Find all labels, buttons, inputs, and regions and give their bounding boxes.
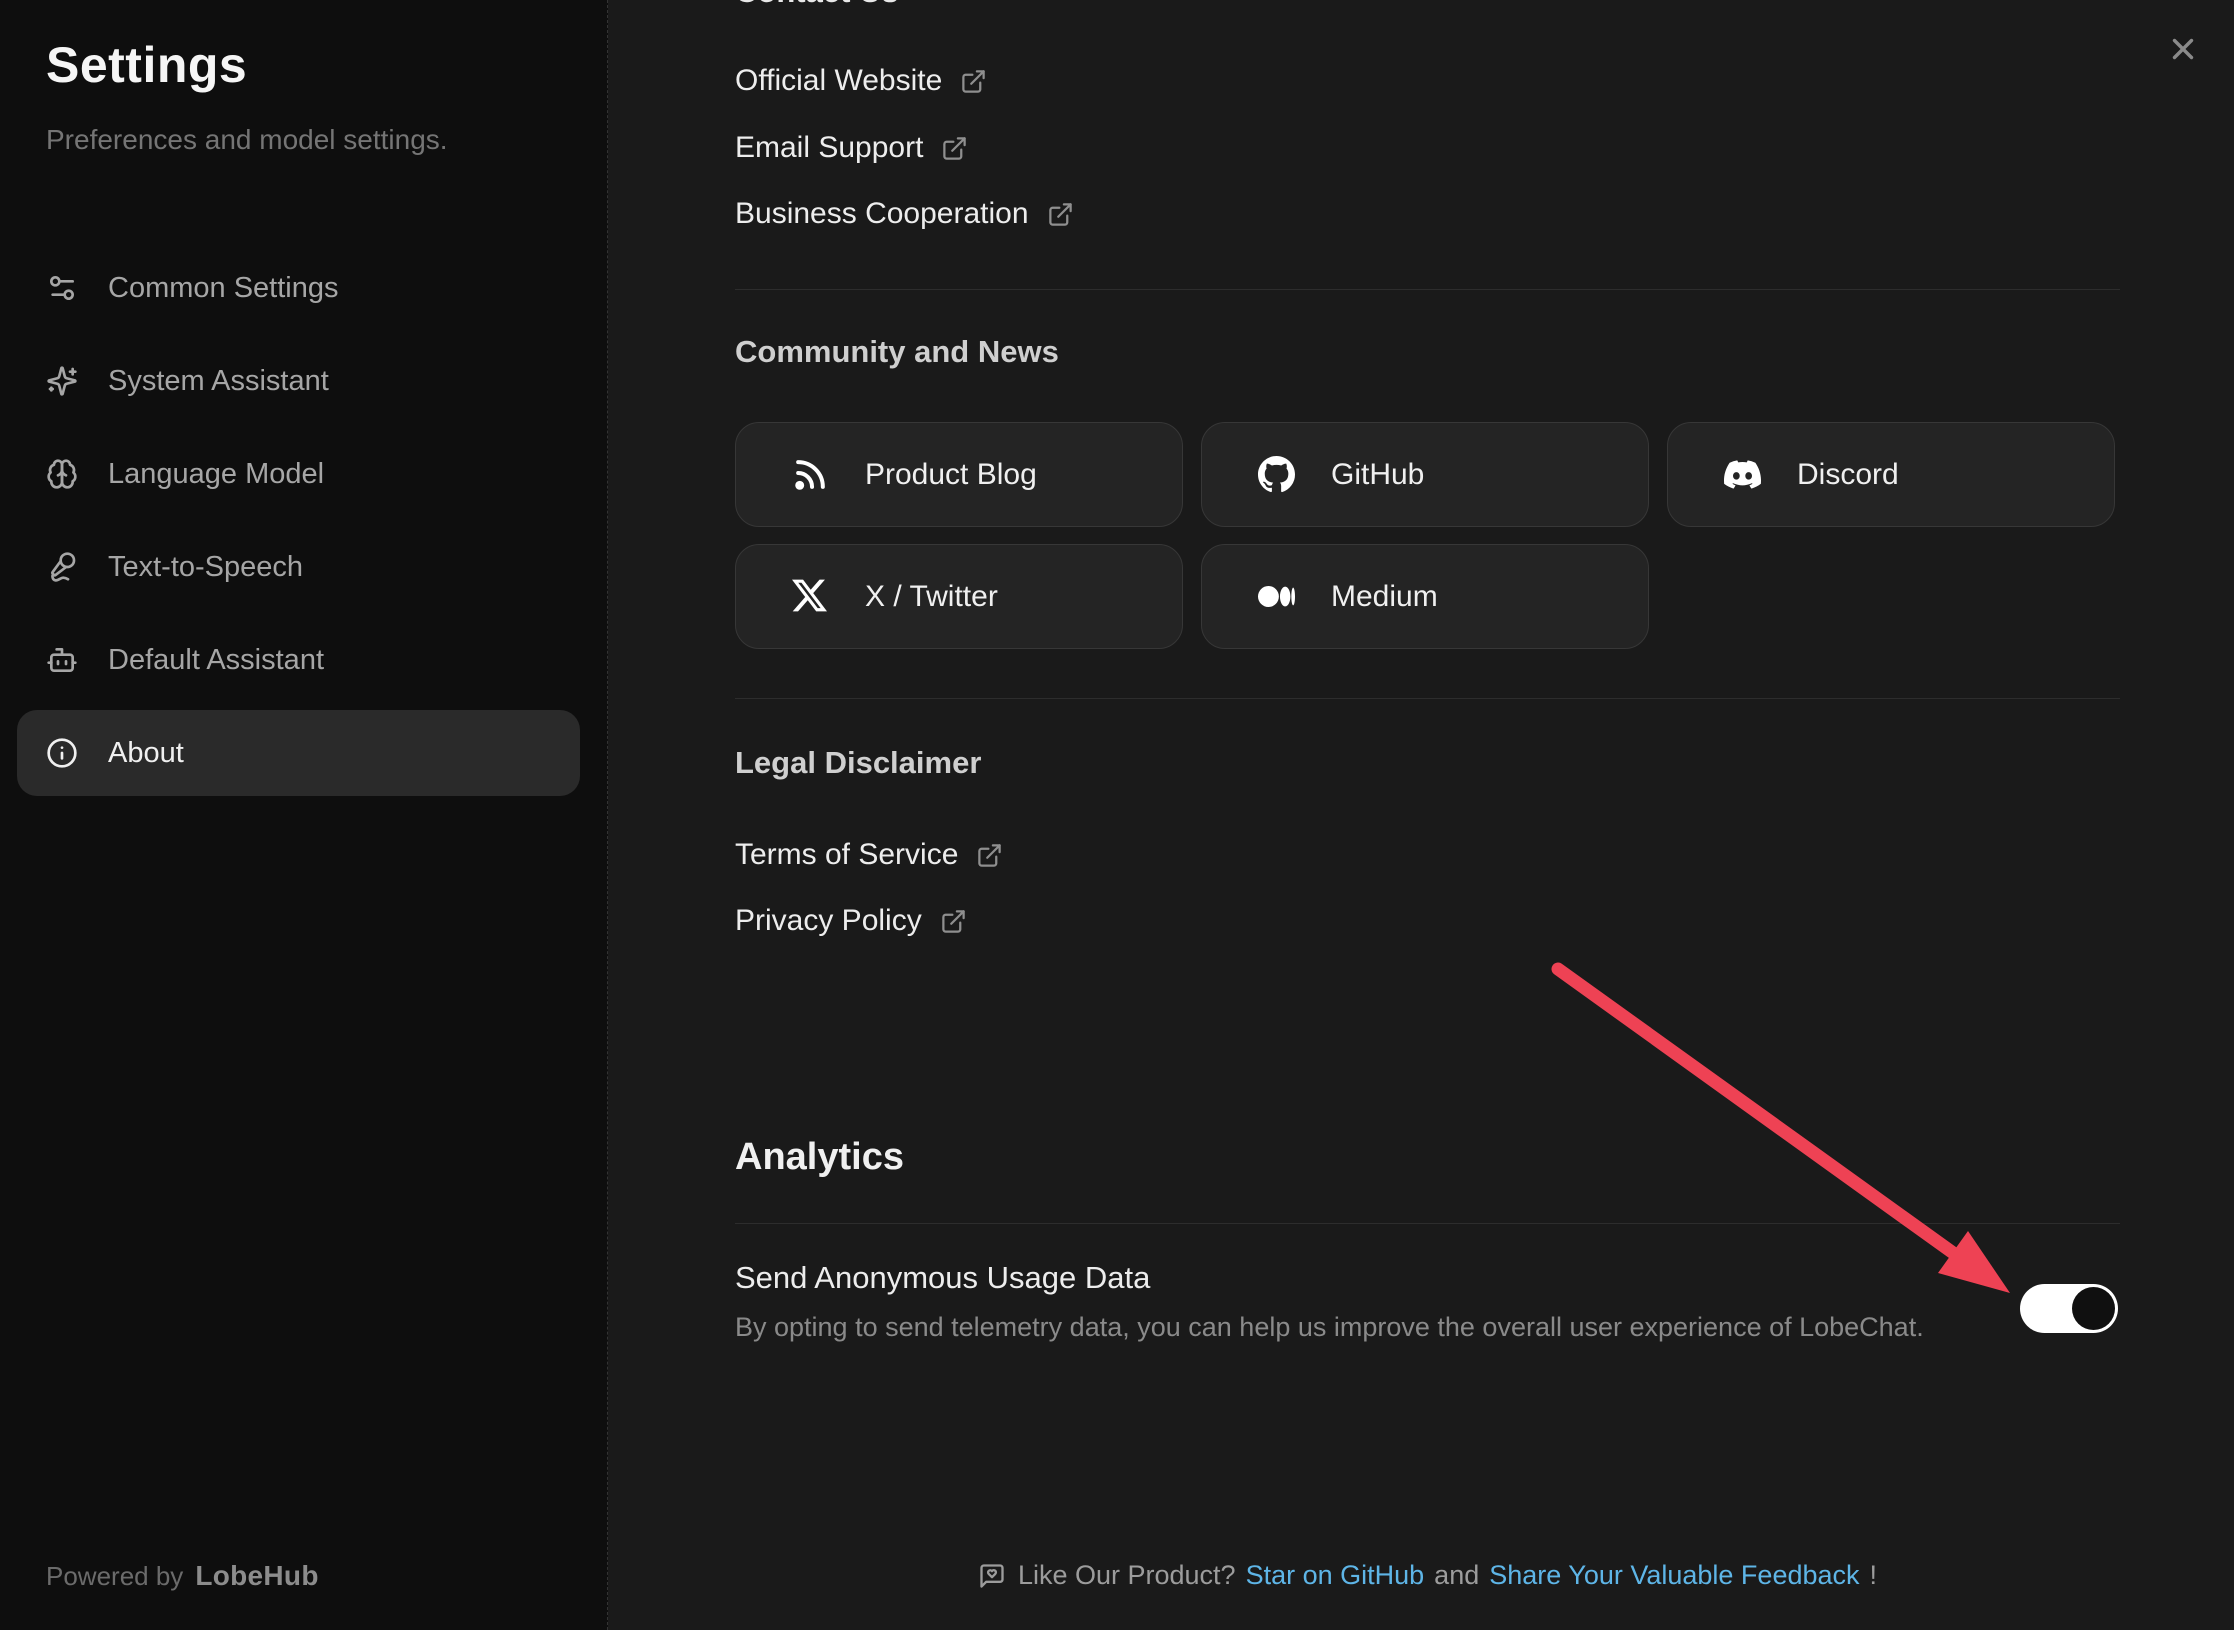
share-feedback-link[interactable]: Share Your Valuable Feedback xyxy=(1489,1560,1859,1591)
x-logo-icon xyxy=(792,578,829,615)
github-button[interactable]: GitHub xyxy=(1201,422,1649,527)
external-link-icon xyxy=(976,842,1003,869)
sidebar-item-label: Language Model xyxy=(108,458,324,491)
button-label: Discord xyxy=(1797,458,1899,492)
sidebar-item-label: Text-to-Speech xyxy=(108,551,303,584)
mic-icon xyxy=(46,551,78,583)
external-link-icon xyxy=(940,908,967,935)
sidebar-item-label: Default Assistant xyxy=(108,644,324,677)
sidebar-item-label: Common Settings xyxy=(108,272,339,305)
grid-empty-cell xyxy=(1667,544,2115,649)
sidebar-item-system-assistant[interactable]: System Assistant xyxy=(17,338,580,424)
settings-nav: Common Settings System Assistant Languag… xyxy=(17,245,580,796)
external-link-icon xyxy=(1047,201,1074,228)
sparkles-icon xyxy=(46,365,78,397)
bot-icon xyxy=(46,644,78,676)
toggle-knob xyxy=(2072,1287,2115,1330)
button-label: Medium xyxy=(1331,580,1438,614)
button-label: X / Twitter xyxy=(865,580,998,614)
external-link-icon xyxy=(941,135,968,162)
product-blog-button[interactable]: Product Blog xyxy=(735,422,1183,527)
section-title-community: Community and News xyxy=(735,334,1059,370)
footer-text: Like Our Product? xyxy=(1018,1560,1236,1591)
link-email-support[interactable]: Email Support xyxy=(735,126,968,170)
community-buttons: Product Blog GitHub Discord X / Twitter … xyxy=(735,422,2120,649)
divider xyxy=(735,1223,2120,1224)
telemetry-toggle-description: By opting to send telemetry data, you ca… xyxy=(735,1312,1924,1343)
medium-button[interactable]: Medium xyxy=(1201,544,1649,649)
divider xyxy=(735,289,2120,290)
page-title: Settings xyxy=(46,36,247,94)
button-label: GitHub xyxy=(1331,458,1424,492)
powered-by-text: Powered by xyxy=(46,1561,183,1592)
telemetry-toggle-label: Send Anonymous Usage Data xyxy=(735,1260,1150,1296)
info-icon xyxy=(46,737,78,769)
lobehub-logo[interactable]: LobeHub xyxy=(195,1560,318,1592)
close-button[interactable] xyxy=(2160,26,2206,72)
sidebar-item-label: System Assistant xyxy=(108,365,329,398)
link-label: Terms of Service xyxy=(735,838,958,872)
discord-button[interactable]: Discord xyxy=(1667,422,2115,527)
section-title-legal: Legal Disclaimer xyxy=(735,745,981,781)
sidebar-item-language-model[interactable]: Language Model xyxy=(17,431,580,517)
message-heart-icon xyxy=(978,1562,1006,1590)
external-link-icon xyxy=(960,68,987,95)
discord-icon xyxy=(1724,456,1761,493)
section-title-analytics: Analytics xyxy=(735,1136,904,1179)
github-icon xyxy=(1258,456,1295,493)
star-on-github-link[interactable]: Star on GitHub xyxy=(1246,1560,1425,1591)
section-title-contact-us: Contact Us xyxy=(735,0,899,10)
sidebar-item-text-to-speech[interactable]: Text-to-Speech xyxy=(17,524,580,610)
footer-text: and xyxy=(1434,1560,1479,1591)
link-label: Email Support xyxy=(735,131,923,165)
link-privacy-policy[interactable]: Privacy Policy xyxy=(735,899,967,943)
link-label: Privacy Policy xyxy=(735,904,922,938)
brain-icon xyxy=(46,458,78,490)
link-official-website[interactable]: Official Website xyxy=(735,59,987,103)
rss-icon xyxy=(792,456,829,493)
medium-icon xyxy=(1258,578,1295,615)
divider xyxy=(735,698,2120,699)
feedback-footer: Like Our Product? Star on GitHub and Sha… xyxy=(735,1560,2120,1591)
footer-text: ! xyxy=(1870,1560,1878,1591)
settings-sidebar: Settings Preferences and model settings.… xyxy=(0,0,608,1630)
telemetry-toggle[interactable] xyxy=(2020,1284,2118,1333)
x-twitter-button[interactable]: X / Twitter xyxy=(735,544,1183,649)
sidebar-item-about[interactable]: About xyxy=(17,710,580,796)
sidebar-item-default-assistant[interactable]: Default Assistant xyxy=(17,617,580,703)
link-terms-of-service[interactable]: Terms of Service xyxy=(735,833,1003,877)
powered-by: Powered by LobeHub xyxy=(46,1560,319,1592)
sliders-icon xyxy=(46,272,78,304)
annotation-arrow xyxy=(1540,950,2040,1310)
sidebar-item-common-settings[interactable]: Common Settings xyxy=(17,245,580,331)
link-label: Official Website xyxy=(735,64,942,98)
page-subtitle: Preferences and model settings. xyxy=(46,124,448,156)
button-label: Product Blog xyxy=(865,458,1037,492)
close-icon xyxy=(2166,32,2200,66)
link-business-cooperation[interactable]: Business Cooperation xyxy=(735,192,1074,236)
sidebar-item-label: About xyxy=(108,737,184,770)
link-label: Business Cooperation xyxy=(735,197,1029,231)
